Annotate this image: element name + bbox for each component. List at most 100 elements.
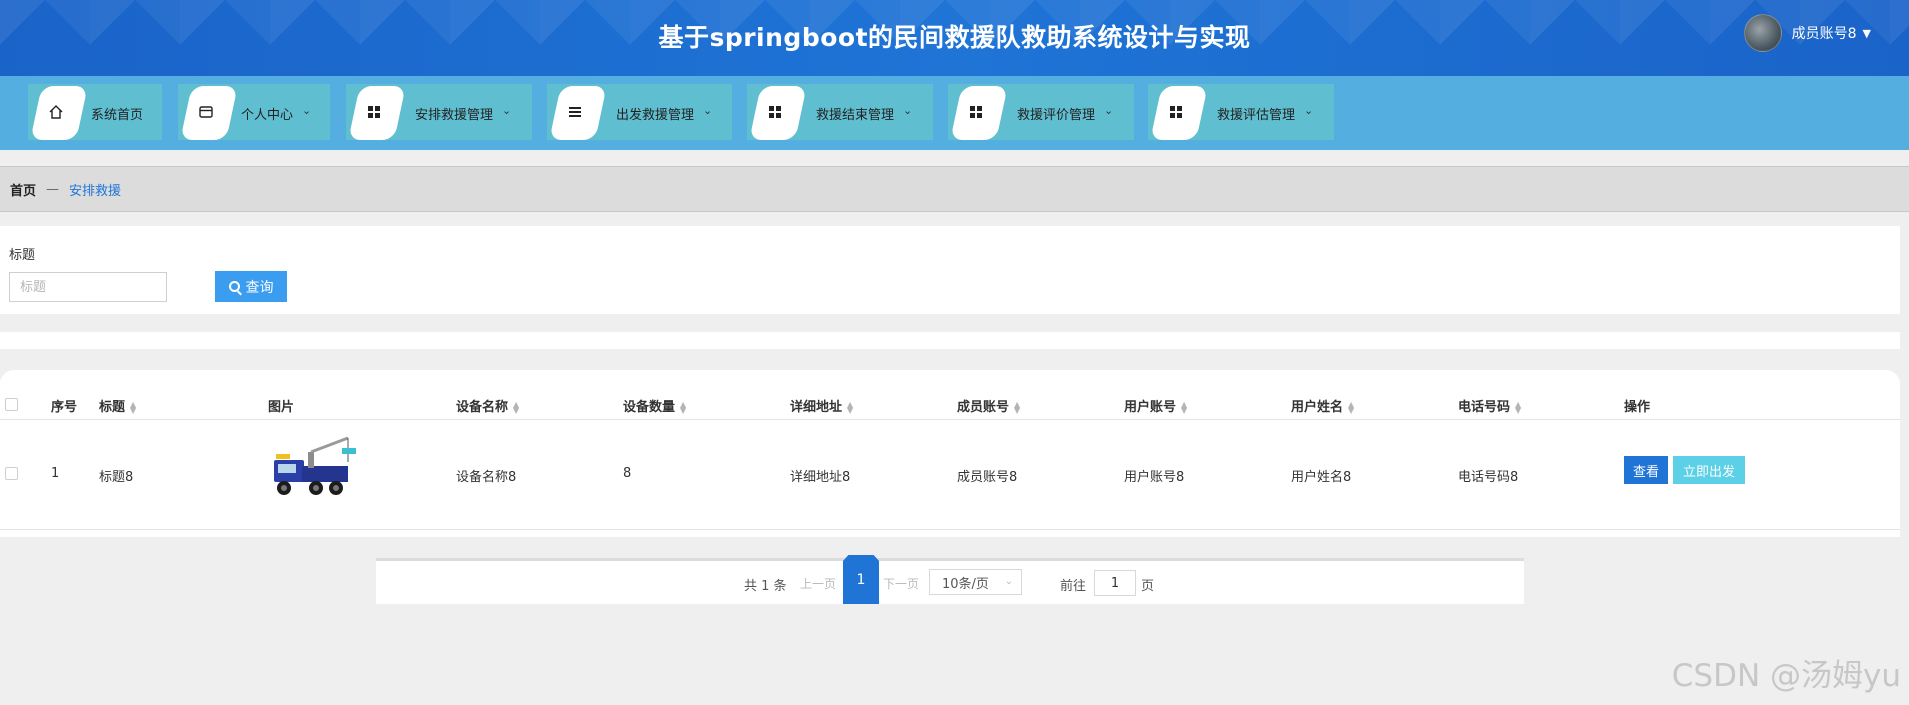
column-header-actions: 操作 bbox=[1624, 400, 1651, 415]
nav-label: 安排救援管理 bbox=[415, 108, 494, 123]
wallet-icon bbox=[196, 102, 216, 122]
chevron-down-icon: ⌄ bbox=[302, 104, 312, 117]
cell-index: 1 bbox=[51, 466, 60, 481]
nav-label: 救援评价管理 bbox=[1017, 108, 1096, 123]
app-title: 基于springboot的民间救援队救助系统设计与实现 bbox=[658, 23, 1251, 52]
data-table: 序号 标题 ▲ ▼ 图片 设备名称 ▲ ▼ 设备数量 ▲ ▼ 详细地址 ▲ ▼ 成员账号 ▲ ▼ 用… bbox=[0, 370, 1900, 537]
grid-icon bbox=[966, 102, 986, 122]
chevron-down-icon: ⌄ bbox=[1304, 104, 1314, 117]
tow-truck-image bbox=[268, 426, 360, 510]
pagination-total: 共 1 条 bbox=[744, 579, 787, 594]
chevron-down-icon: ⌄ bbox=[703, 104, 713, 117]
column-header-image: 图片 bbox=[268, 400, 295, 415]
search-button[interactable]: 查询 bbox=[215, 271, 287, 302]
chevron-down-icon: ⌄ bbox=[903, 104, 913, 117]
chevron-down-icon: ⌄ bbox=[502, 104, 512, 117]
goto-page-input[interactable] bbox=[1094, 570, 1136, 596]
row-checkbox[interactable] bbox=[5, 467, 18, 480]
search-panel: 标题 查询 bbox=[0, 226, 1900, 314]
cell-user-name: 用户姓名8 bbox=[1291, 470, 1352, 485]
grid-icon bbox=[1166, 102, 1186, 122]
page-size-select[interactable]: 10条/页 ⌄ bbox=[929, 569, 1022, 595]
cell-member-account: 成员账号8 bbox=[957, 470, 1018, 485]
depart-now-button[interactable]: 立即出发 bbox=[1673, 456, 1745, 484]
breadcrumb-separator: — bbox=[46, 181, 60, 197]
nav-label: 系统首页 bbox=[91, 108, 144, 123]
sort-icon[interactable]: ▲ ▼ bbox=[513, 400, 519, 414]
nav-label: 救援评估管理 bbox=[1217, 108, 1296, 123]
column-header-user-name[interactable]: 用户姓名 ▲ ▼ bbox=[1291, 396, 1354, 415]
search-icon bbox=[228, 281, 240, 292]
search-label: 标题 bbox=[9, 248, 36, 263]
column-header-phone[interactable]: 电话号码 ▲ ▼ bbox=[1458, 396, 1521, 415]
grid-icon bbox=[364, 102, 384, 122]
column-header-label: 用户账号 bbox=[1124, 400, 1177, 415]
table-header: 序号 标题 ▲ ▼ 图片 设备名称 ▲ ▼ 设备数量 ▲ ▼ 详细地址 ▲ ▼ 成员账号 ▲ ▼ 用… bbox=[0, 388, 1900, 420]
column-header-label: 用户姓名 bbox=[1291, 400, 1344, 415]
sort-icon[interactable]: ▲ ▼ bbox=[1014, 400, 1020, 414]
column-header-label: 设备名称 bbox=[456, 400, 509, 415]
next-page-button[interactable]: 下一页 bbox=[883, 575, 919, 592]
goto-label: 前往 bbox=[1060, 579, 1087, 594]
cell-user-account: 用户账号8 bbox=[1124, 470, 1185, 485]
view-button[interactable]: 查看 bbox=[1624, 456, 1668, 484]
sort-icon[interactable]: ▲ ▼ bbox=[1181, 400, 1187, 414]
column-header-user-account[interactable]: 用户账号 ▲ ▼ bbox=[1124, 396, 1187, 415]
caret-down-icon[interactable]: ▼ bbox=[1863, 27, 1871, 40]
sort-icon[interactable]: ▲ ▼ bbox=[680, 400, 686, 414]
list-icon bbox=[565, 102, 585, 122]
cell-device-name: 设备名称8 bbox=[456, 470, 517, 485]
column-header-index: 序号 bbox=[51, 400, 78, 415]
watermark: CSDN @汤姆yu bbox=[1671, 658, 1901, 694]
nav-item-arrange-rescue[interactable]: 安排救援管理 ⌄ bbox=[346, 84, 532, 140]
column-header-label: 设备数量 bbox=[623, 400, 676, 415]
sort-icon[interactable]: ▲ ▼ bbox=[1515, 400, 1521, 414]
nav-item-personal-center[interactable]: 个人中心 ⌄ bbox=[178, 84, 330, 140]
column-header-member-account[interactable]: 成员账号 ▲ ▼ bbox=[957, 396, 1020, 415]
cell-phone: 电话号码8 bbox=[1458, 470, 1519, 485]
pagination: 共 1 条 上一页 1 下一页 10条/页 ⌄ 前往 页 bbox=[376, 555, 1524, 604]
grid-icon bbox=[765, 102, 785, 122]
title-search-input[interactable] bbox=[9, 272, 167, 302]
cell-device-count: 8 bbox=[623, 466, 632, 481]
prev-page-button[interactable]: 上一页 bbox=[800, 575, 836, 592]
column-header-label: 标题 bbox=[99, 400, 126, 415]
nav-item-home[interactable]: 系统首页 bbox=[28, 84, 162, 140]
sort-icon[interactable]: ▲ ▼ bbox=[130, 400, 136, 414]
nav-item-rescue-end[interactable]: 救援结束管理 ⌄ bbox=[747, 84, 933, 140]
home-icon bbox=[46, 102, 66, 122]
nav-label: 个人中心 bbox=[241, 108, 294, 123]
chevron-down-icon: ⌄ bbox=[1004, 576, 1013, 587]
breadcrumb-home[interactable]: 首页 bbox=[10, 180, 36, 199]
app-header: 基于springboot的民间救援队救助系统设计与实现 成员账号8 ▼ bbox=[0, 0, 1909, 76]
page-size-value: 10条/页 bbox=[942, 576, 989, 592]
page-1-button[interactable]: 1 bbox=[843, 555, 879, 604]
column-header-label: 详细地址 bbox=[790, 400, 843, 415]
goto-unit: 页 bbox=[1141, 579, 1155, 594]
user-name[interactable]: 成员账号8 bbox=[1792, 23, 1857, 43]
column-header-label: 电话号码 bbox=[1458, 400, 1511, 415]
nav-label: 出发救援管理 bbox=[616, 108, 695, 123]
search-button-label: 查询 bbox=[245, 279, 274, 296]
avatar[interactable] bbox=[1743, 14, 1782, 52]
sort-icon[interactable]: ▲ ▼ bbox=[1348, 400, 1354, 414]
nav-label: 救援结束管理 bbox=[816, 108, 895, 123]
table-row: 1 标题8 设备名称8 8 详细地址8 成员账号8 用户账号8 用户姓名8 电话… bbox=[0, 420, 1900, 530]
select-all-checkbox[interactable] bbox=[5, 398, 18, 411]
column-header-device-count[interactable]: 设备数量 ▲ ▼ bbox=[623, 396, 686, 415]
nav-item-rescue-assessment[interactable]: 救援评估管理 ⌄ bbox=[1148, 84, 1334, 140]
sort-icon[interactable]: ▲ ▼ bbox=[847, 400, 853, 414]
cell-address: 详细地址8 bbox=[790, 470, 851, 485]
column-header-label: 成员账号 bbox=[957, 400, 1010, 415]
breadcrumb-current: 安排救援 bbox=[69, 183, 122, 199]
column-header-device-name[interactable]: 设备名称 ▲ ▼ bbox=[456, 396, 519, 415]
user-menu[interactable]: 成员账号8 ▼ bbox=[1743, 14, 1871, 52]
column-header-address[interactable]: 详细地址 ▲ ▼ bbox=[790, 396, 853, 415]
toolbar-strip bbox=[0, 332, 1900, 349]
nav-item-rescue-review[interactable]: 救援评价管理 ⌄ bbox=[948, 84, 1134, 140]
breadcrumb: 首页 — 安排救援 bbox=[0, 166, 1909, 212]
nav-item-depart-rescue[interactable]: 出发救援管理 ⌄ bbox=[547, 84, 732, 140]
chevron-down-icon: ⌄ bbox=[1104, 104, 1114, 117]
column-header-title[interactable]: 标题 ▲ ▼ bbox=[99, 396, 136, 415]
cell-title: 标题8 bbox=[99, 470, 134, 485]
